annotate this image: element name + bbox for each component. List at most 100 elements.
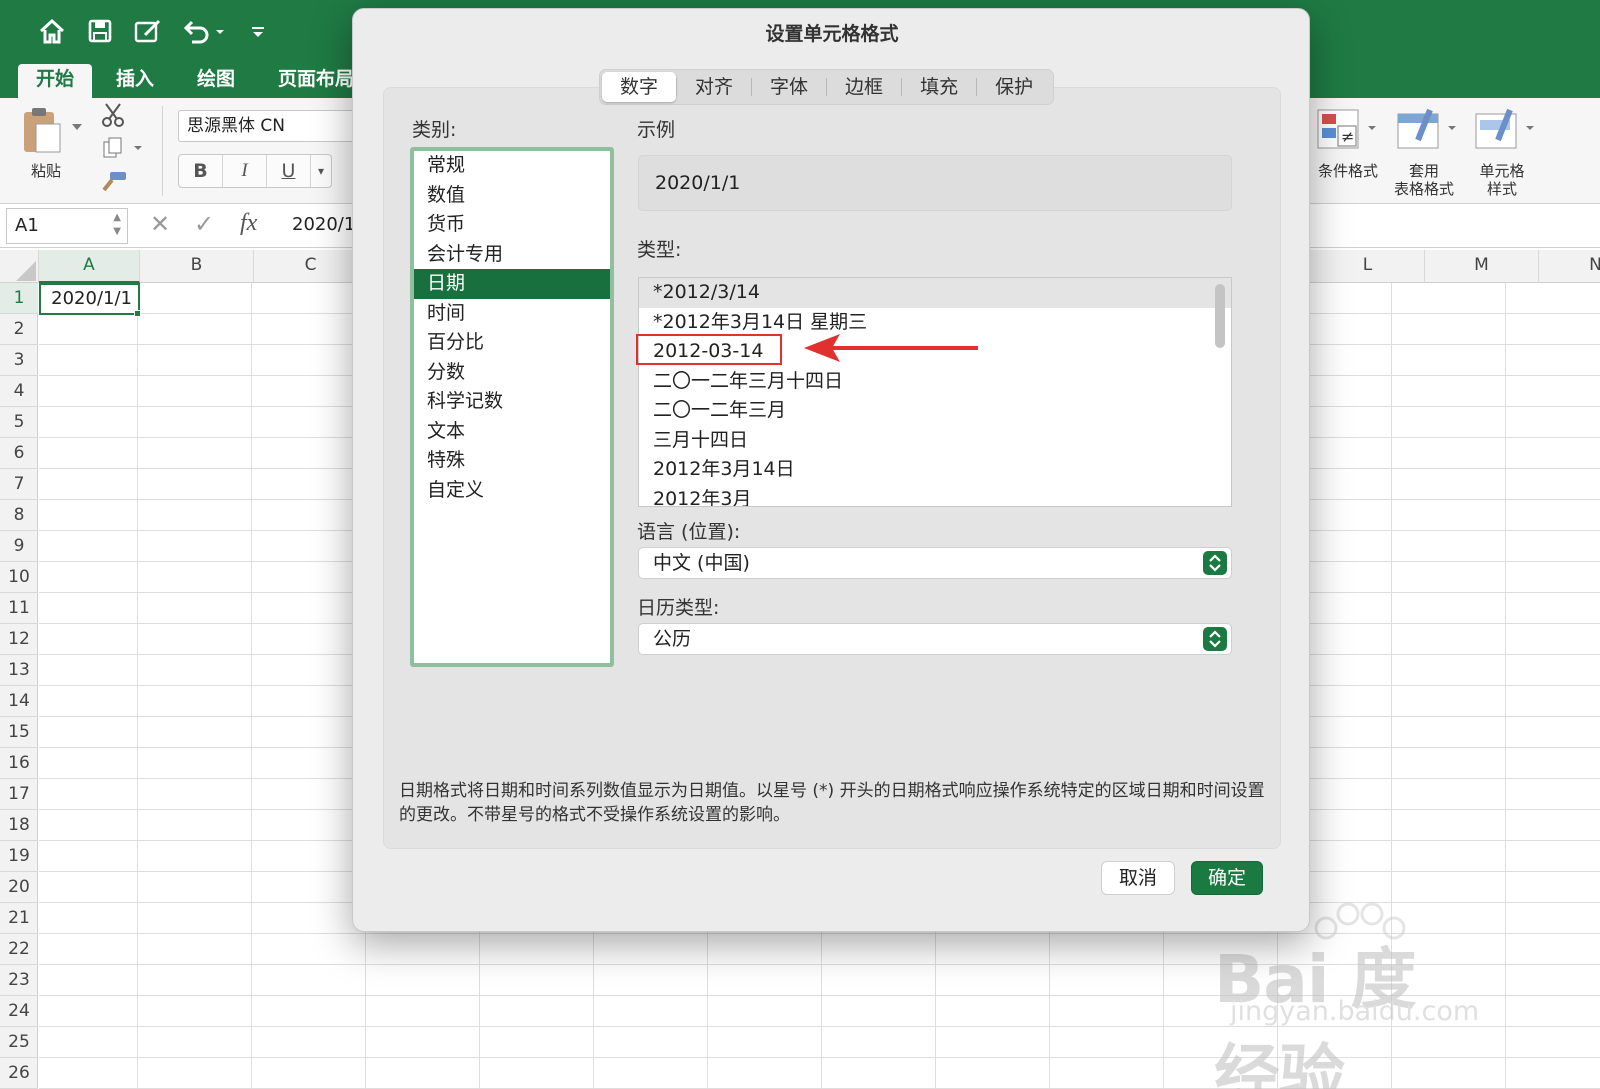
format-as-table-icon[interactable]	[1394, 106, 1460, 158]
row-header-7[interactable]: 7	[0, 469, 38, 500]
tab-home[interactable]: 开始	[18, 64, 93, 98]
cell-a1[interactable]: 2020/1/1	[39, 283, 140, 315]
type-list[interactable]: *2012/3/14 *2012年3月14日 星期三 2012-03-14 二〇…	[638, 277, 1232, 507]
category-time[interactable]: 时间	[414, 299, 610, 329]
type-item[interactable]: 2012年3月	[639, 485, 1231, 507]
row-header-23[interactable]: 23	[0, 965, 38, 996]
column-header-b[interactable]: B	[140, 250, 254, 283]
home-icon[interactable]	[34, 12, 70, 50]
calendar-select[interactable]: 公历	[638, 623, 1232, 655]
row-header-18[interactable]: 18	[0, 810, 38, 841]
row-header-3[interactable]: 3	[0, 345, 38, 376]
type-list-scrollbar[interactable]	[1215, 284, 1225, 348]
language-value: 中文 (中国)	[653, 552, 750, 574]
column-header-a[interactable]: A	[39, 250, 140, 283]
row-header-13[interactable]: 13	[0, 655, 38, 686]
underline-dropdown-icon[interactable]: ▾	[311, 155, 331, 187]
italic-button[interactable]: I	[223, 155, 267, 187]
ok-button[interactable]: 确定	[1191, 861, 1263, 895]
category-currency[interactable]: 货币	[414, 210, 610, 240]
insert-function-icon[interactable]: fx	[240, 210, 257, 237]
paste-icon[interactable]	[20, 106, 64, 160]
row-header-26[interactable]: 26	[0, 1058, 38, 1089]
row-header-5[interactable]: 5	[0, 407, 38, 438]
row-header-6[interactable]: 6	[0, 438, 38, 469]
category-special[interactable]: 特殊	[414, 446, 610, 476]
row-header-22[interactable]: 22	[0, 934, 38, 965]
language-select[interactable]: 中文 (中国)	[638, 547, 1232, 579]
row-header-2[interactable]: 2	[0, 314, 38, 345]
tab-font[interactable]: 字体	[752, 72, 826, 102]
name-box[interactable]: A1 ▲ ▼	[6, 208, 128, 244]
fill-handle[interactable]	[134, 310, 141, 317]
cut-icon[interactable]	[100, 102, 126, 132]
tab-insert[interactable]: 插入	[98, 64, 172, 98]
row-header-19[interactable]: 19	[0, 841, 38, 872]
column-header-c[interactable]: C	[254, 250, 368, 283]
category-custom[interactable]: 自定义	[414, 476, 610, 506]
copy-icon[interactable]	[102, 136, 142, 164]
edit-icon[interactable]	[128, 12, 168, 50]
type-item[interactable]: 二〇一二年三月	[639, 396, 1231, 426]
tab-draw[interactable]: 绘图	[179, 64, 253, 98]
type-item[interactable]: 二〇一二年三月十四日	[639, 367, 1231, 397]
select-stepper-icon[interactable]	[1203, 627, 1227, 651]
save-icon[interactable]	[82, 12, 118, 50]
row-header-14[interactable]: 14	[0, 686, 38, 717]
category-accounting[interactable]: 会计专用	[414, 240, 610, 270]
row-header-11[interactable]: 11	[0, 593, 38, 624]
row-header-8[interactable]: 8	[0, 500, 38, 531]
confirm-formula-icon[interactable]: ✓	[194, 210, 214, 238]
category-number[interactable]: 数值	[414, 181, 610, 211]
row-header-15[interactable]: 15	[0, 717, 38, 748]
format-as-table-label-1: 套用	[1408, 162, 1439, 180]
format-painter-icon[interactable]	[100, 170, 128, 198]
customize-qat-icon[interactable]	[246, 12, 270, 50]
column-header-m[interactable]: M	[1425, 250, 1539, 283]
row-header-25[interactable]: 25	[0, 1027, 38, 1058]
name-box-stepper-icon[interactable]: ▲ ▼	[113, 211, 121, 239]
tab-alignment[interactable]: 对齐	[677, 72, 751, 102]
category-general[interactable]: 常规	[414, 151, 610, 181]
tab-fill[interactable]: 填充	[902, 72, 976, 102]
tab-number[interactable]: 数字	[602, 72, 677, 102]
category-percentage[interactable]: 百分比	[414, 328, 610, 358]
row-header-17[interactable]: 17	[0, 779, 38, 810]
row-header-1[interactable]: 1	[0, 283, 38, 314]
bold-button[interactable]: B	[179, 155, 223, 187]
row-header-12[interactable]: 12	[0, 624, 38, 655]
undo-icon[interactable]	[178, 12, 230, 50]
column-header-n[interactable]: N	[1539, 250, 1600, 283]
underline-button[interactable]: U	[267, 155, 311, 187]
select-all-corner[interactable]	[0, 250, 39, 283]
highlight-box	[636, 334, 782, 365]
cancel-formula-icon[interactable]: ✕	[150, 210, 170, 238]
row-header-16[interactable]: 16	[0, 748, 38, 779]
type-item[interactable]: *2012/3/14	[639, 278, 1231, 308]
category-list[interactable]: 常规 数值 货币 会计专用 日期 时间 百分比 分数 科学记数 文本 特殊 自定…	[410, 147, 614, 667]
conditional-format-icon[interactable]: ≠	[1314, 106, 1380, 158]
paste-label: 粘贴	[30, 162, 61, 180]
category-text[interactable]: 文本	[414, 417, 610, 447]
category-fraction[interactable]: 分数	[414, 358, 610, 388]
category-scientific[interactable]: 科学记数	[414, 387, 610, 417]
row-header-24[interactable]: 24	[0, 996, 38, 1027]
cell-styles-icon[interactable]	[1472, 106, 1538, 158]
row-header-20[interactable]: 20	[0, 872, 38, 903]
row-header-9[interactable]: 9	[0, 531, 38, 562]
calendar-value: 公历	[653, 628, 692, 650]
chevron-down-icon[interactable]	[72, 124, 82, 130]
type-item[interactable]: 三月十四日	[639, 426, 1231, 456]
row-header-4[interactable]: 4	[0, 376, 38, 407]
tab-border[interactable]: 边框	[827, 72, 901, 102]
row-header-21[interactable]: 21	[0, 903, 38, 934]
select-stepper-icon[interactable]	[1203, 551, 1227, 575]
type-item[interactable]: 2012年3月14日	[639, 455, 1231, 485]
cancel-button[interactable]: 取消	[1101, 861, 1175, 895]
row-header-10[interactable]: 10	[0, 562, 38, 593]
category-label: 类别:	[412, 119, 457, 141]
column-header-l[interactable]: L	[1311, 250, 1425, 283]
category-date[interactable]: 日期	[414, 269, 610, 299]
font-name-input[interactable]: 思源黑体 CN	[178, 110, 358, 142]
tab-protection[interactable]: 保护	[977, 72, 1051, 102]
